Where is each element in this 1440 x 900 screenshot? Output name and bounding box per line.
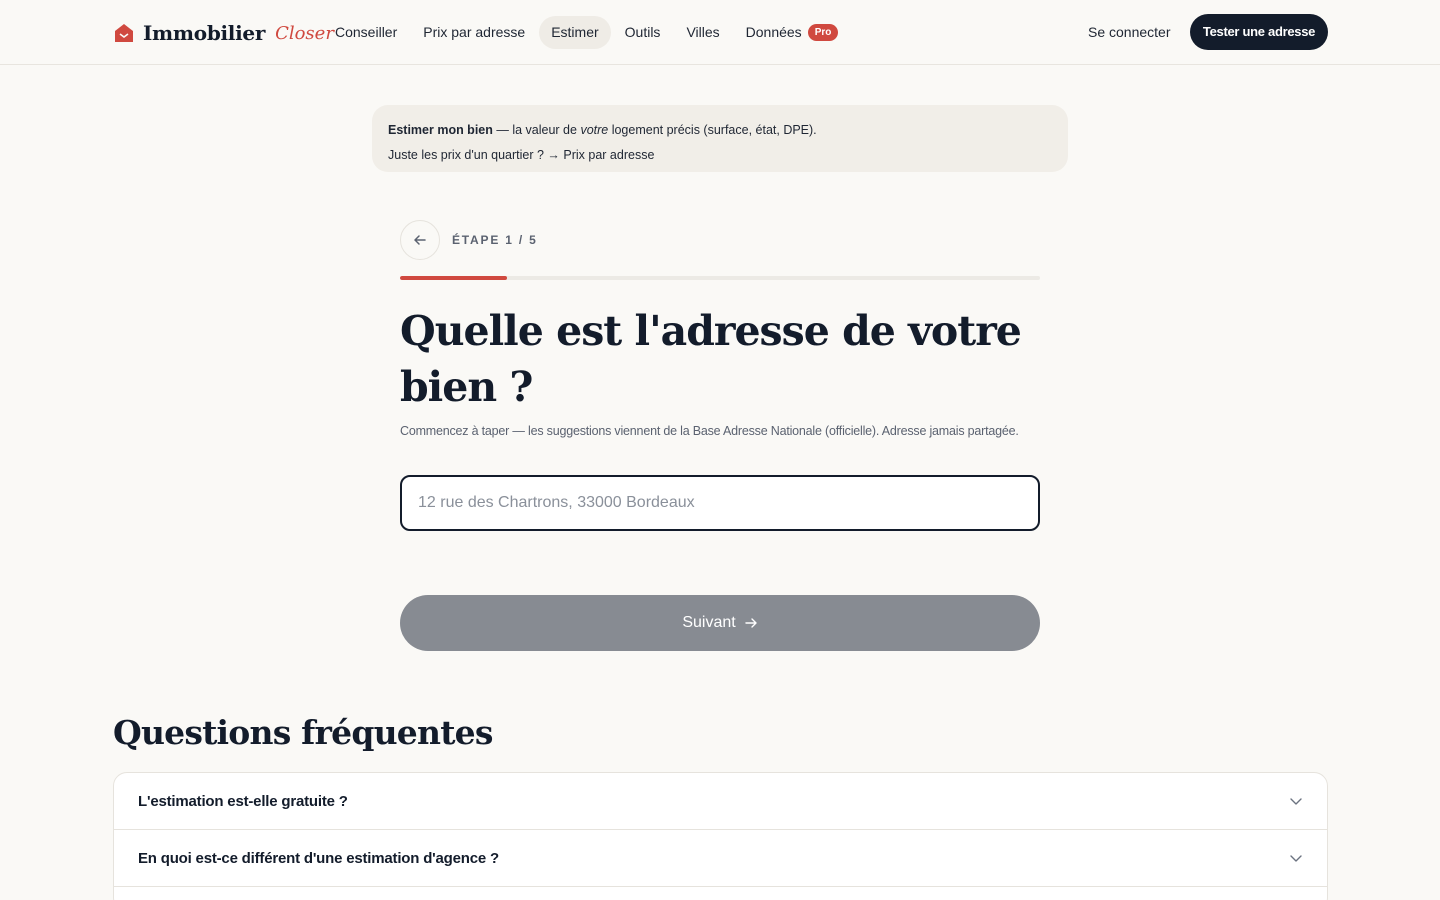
arrow-left-icon <box>414 235 426 245</box>
nav-item-label: Estimer <box>551 24 599 40</box>
faq-question: L'estimation est-elle gratuite ? <box>138 792 348 810</box>
banner-price-link[interactable]: Juste les prix d'un quartier ? → Prix pa… <box>388 143 1052 168</box>
banner-text: logement précis (surface, état, DPE). <box>608 123 817 137</box>
pro-badge: Pro <box>807 24 839 41</box>
faq-item[interactable]: En quoi est-ce différent d'une estimatio… <box>114 830 1327 887</box>
banner-strong: Estimer mon bien <box>388 123 493 137</box>
chevron-down-icon <box>1290 855 1302 862</box>
logo[interactable]: Immobilier Closer <box>113 18 334 48</box>
nav-item-label: Villes <box>686 24 720 40</box>
next-button-label: Suivant <box>682 614 736 631</box>
progress-bar <box>400 276 1040 280</box>
login-link[interactable]: Se connecter <box>1088 24 1171 40</box>
address-input[interactable] <box>400 475 1040 531</box>
faq-item[interactable]: L'estimation est-elle gratuite ? <box>114 773 1327 830</box>
banner-text: — la valeur de <box>492 123 581 137</box>
main-nav: Conseiller Prix par adresse Estimer Outi… <box>323 16 850 49</box>
chevron-down-icon <box>1290 798 1302 805</box>
banner-line-1: Estimer mon bien — la valeur de votre lo… <box>388 118 1052 143</box>
step-label: ÉTAPE 1 / 5 <box>452 233 538 247</box>
banner-emphasis: votre <box>580 123 609 137</box>
nav-item-villes[interactable]: Villes <box>674 16 731 49</box>
nav-item-label: Prix par adresse <box>423 24 526 40</box>
nav-item-estimer[interactable]: Estimer <box>539 16 611 49</box>
nav-item-label: Conseiller <box>335 24 398 40</box>
arrow-right-icon <box>744 618 757 628</box>
page-title: Quelle est l'adresse de votre bien ? <box>400 307 1022 411</box>
nav-item-outils[interactable]: Outils <box>613 16 673 49</box>
nav-item-donnees[interactable]: Données Pro <box>734 16 851 49</box>
info-banner: Estimer mon bien — la valeur de votre lo… <box>372 105 1068 172</box>
input-hint: Commencez à taper — les suggestions vien… <box>400 424 1019 438</box>
faq-title: Questions fréquentes <box>113 713 493 752</box>
progress-fill <box>400 276 507 280</box>
faq-question: En quoi est-ce différent d'une estimatio… <box>138 849 499 867</box>
test-address-button[interactable]: Tester une adresse <box>1190 14 1328 50</box>
nav-item-label: Données <box>745 24 802 40</box>
next-button[interactable]: Suivant <box>400 595 1040 651</box>
faq-list: L'estimation est-elle gratuite ? En quoi… <box>113 772 1328 900</box>
back-button[interactable] <box>400 220 440 260</box>
nav-item-conseiller[interactable]: Conseiller <box>323 16 409 49</box>
nav-item-label: Outils <box>624 24 661 40</box>
house-icon <box>115 24 133 42</box>
site-header: Immobilier Closer Conseiller Prix par ad… <box>0 0 1440 65</box>
nav-item-prix-par-adresse[interactable]: Prix par adresse <box>411 16 537 49</box>
brand-name: Immobilier <box>143 21 266 45</box>
